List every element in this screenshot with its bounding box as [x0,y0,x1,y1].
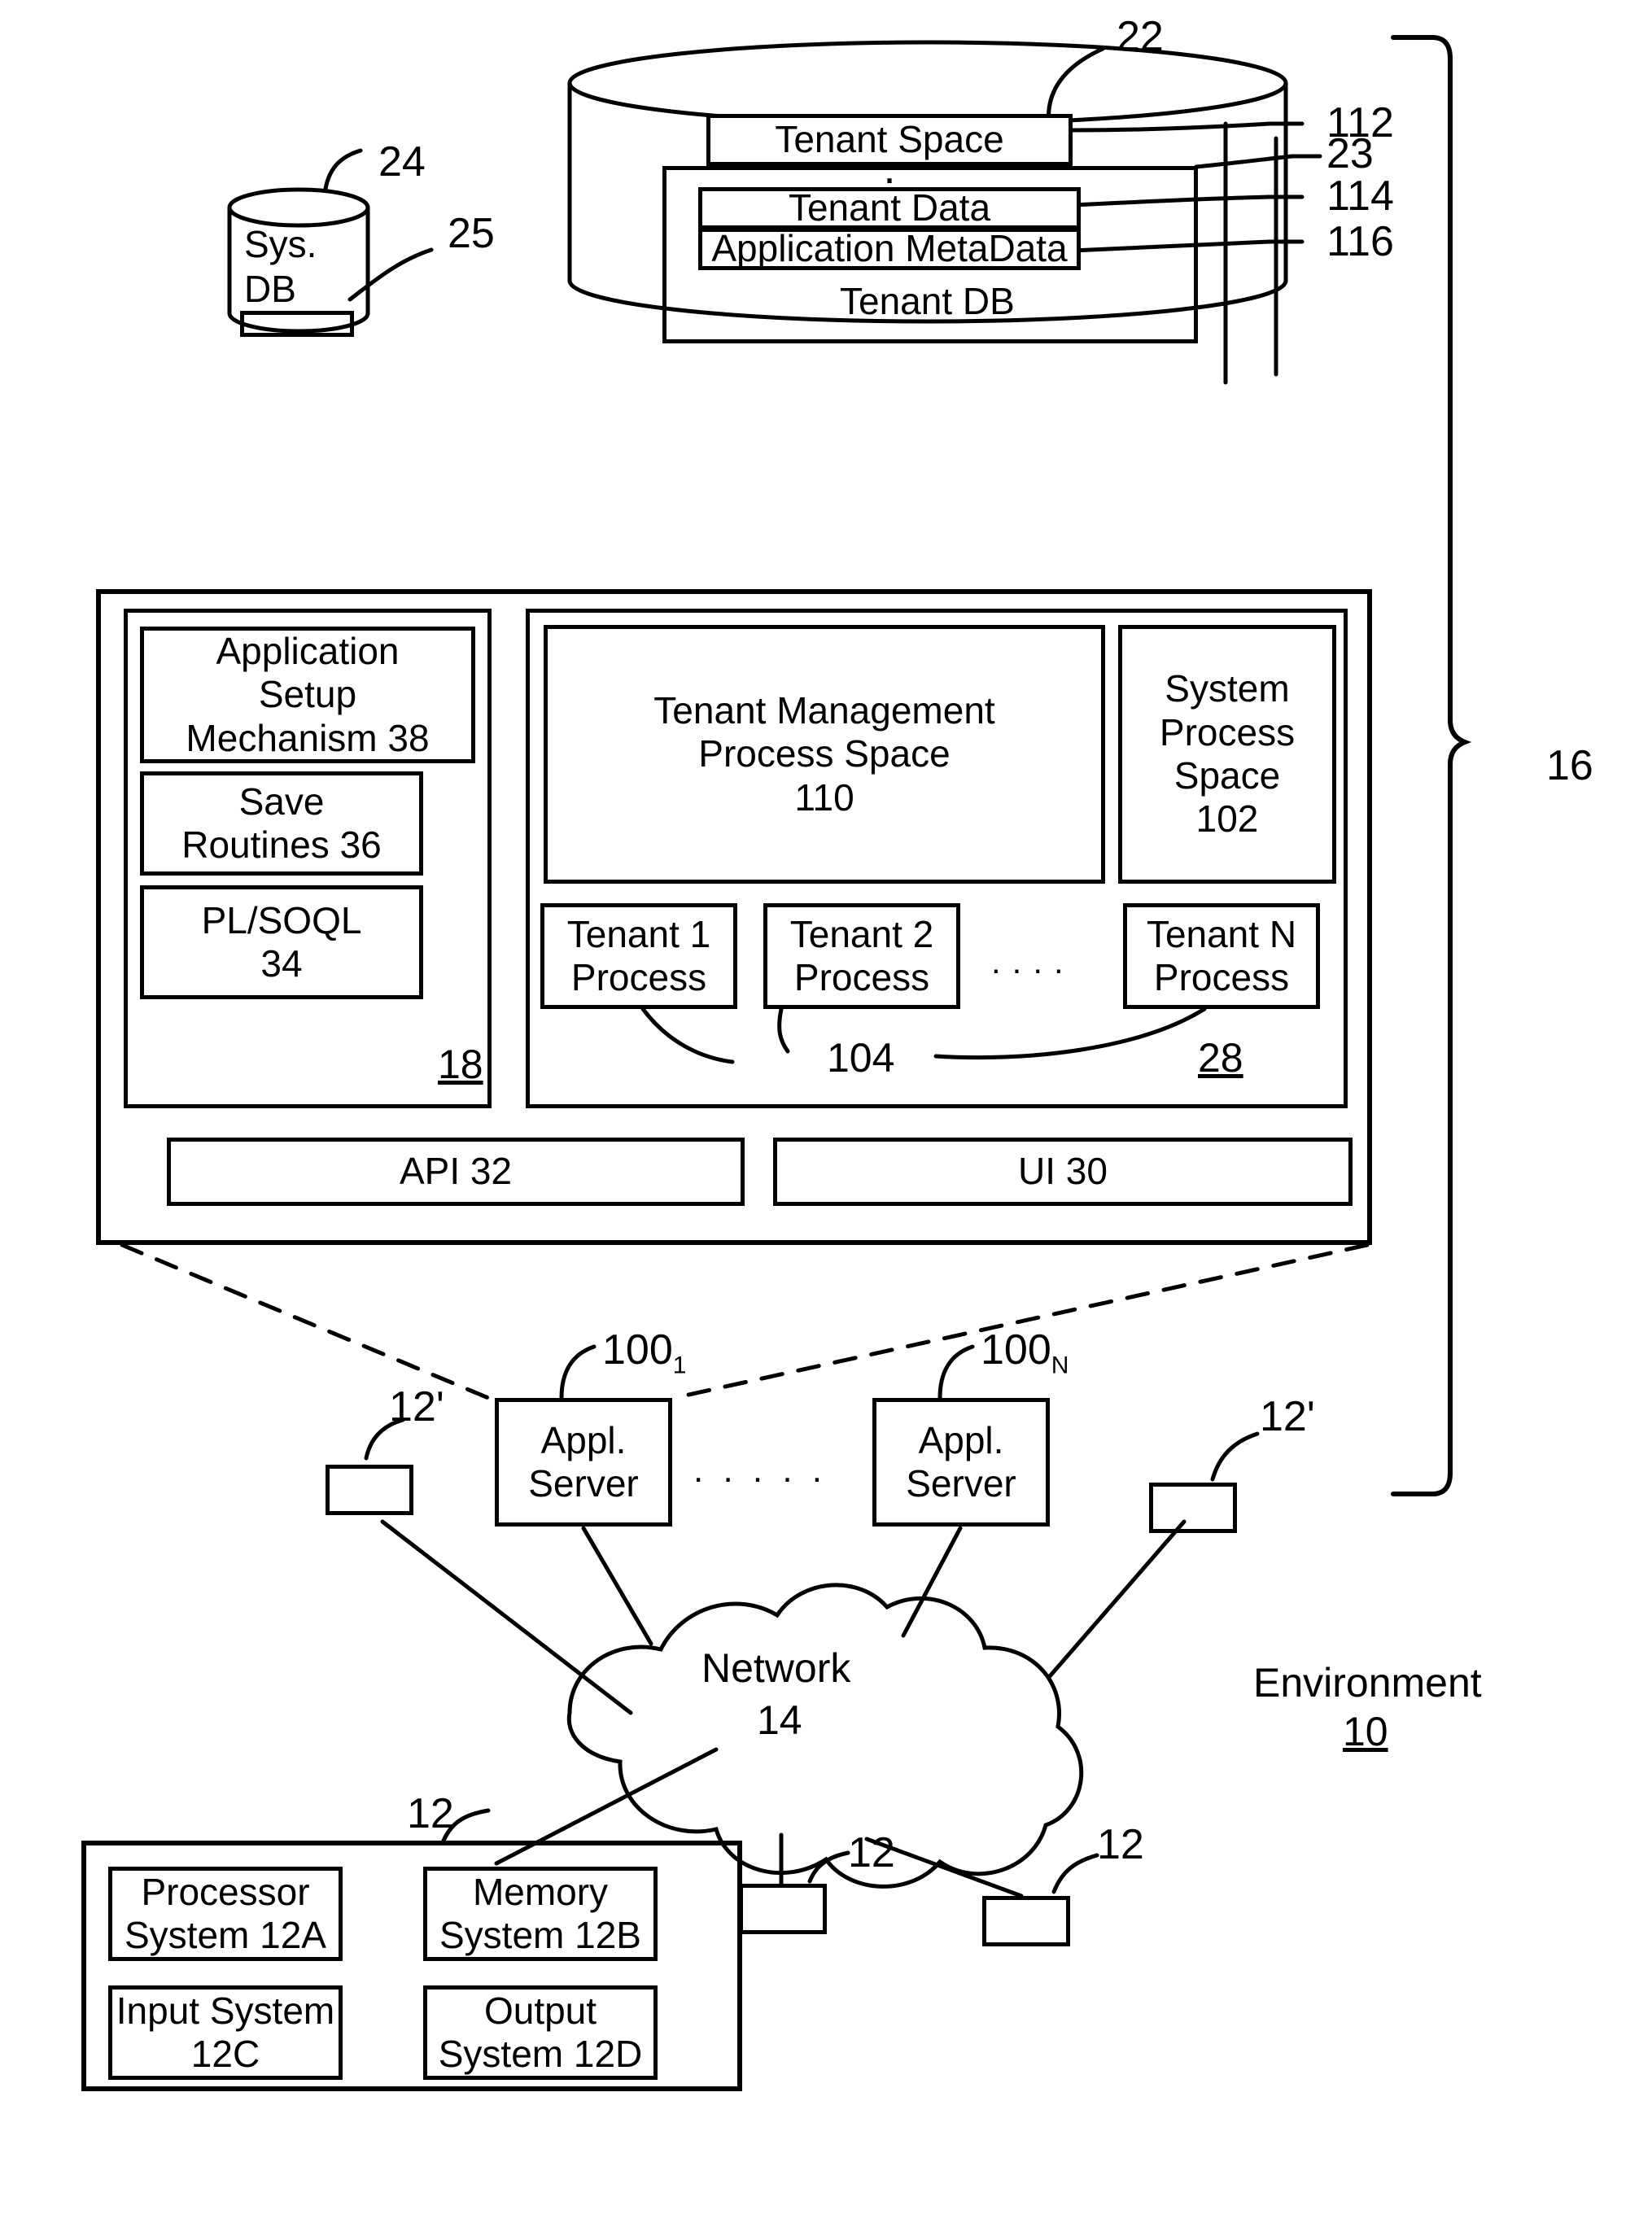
processor-system-label: Processor System 12A [125,1870,326,1956]
ui-box: UI 30 [773,1138,1353,1206]
appl-server-1-line2: Server [528,1462,639,1505]
leader-100-N [937,1344,975,1400]
ref-24: 24 [378,138,426,186]
application-metadata-label: Application MetaData [711,227,1068,270]
leader-12-bottomright [1051,1853,1099,1894]
api-box: API 32 [167,1138,745,1206]
ref-104: 104 [827,1035,895,1081]
ref-116: 116 [1326,218,1394,265]
ref-12-user-system: 12 [407,1790,454,1837]
tenant-1-process-label: Tenant 1 Process [566,912,711,998]
appl-server-n-line1: Appl. [918,1418,1004,1461]
ref-12-bottom-center: 12 [848,1829,895,1876]
processor-system-box: Processor System 12A [108,1867,343,1961]
api-label: API 32 [399,1150,513,1193]
system-bracket-16 [1391,35,1472,1496]
terminal-right-box [1149,1483,1237,1533]
system-process-space-label: System Process Space 102 [1159,667,1296,841]
appl-server-ellipsis: . . . . . [693,1450,828,1490]
tenant-2-process-box: Tenant 2 Process [763,903,960,1009]
memory-system-label: Memory System 12B [439,1870,641,1956]
patent-figure: Tenant Space ... Tenant Data Application… [0,0,1652,2232]
ref-28: 28 [1198,1035,1243,1081]
network-ref: 14 [757,1697,802,1743]
appl-server-n-box: Appl. Server [872,1398,1050,1527]
system-process-space-box: System Process Space 102 [1118,625,1336,884]
leader-12prime-right [1210,1431,1260,1482]
ref-100-1: 1001 [602,1326,687,1379]
appl-server-1-line1: Appl. [540,1418,627,1461]
environment-label: Environment [1253,1660,1482,1706]
ui-label: UI 30 [1018,1150,1108,1193]
ref-12prime-right: 12' [1260,1393,1315,1440]
tenant-management-process-space-label: Tenant Management Process Space 110 [653,688,995,819]
network-label: Network [701,1645,851,1691]
environment-ref: 10 [1343,1709,1388,1754]
link-appserverN-network [901,1526,963,1638]
appl-server-1-box: Appl. Server [495,1398,672,1527]
ref-12-bottom-right: 12 [1097,1821,1144,1868]
terminal-bottom-right-box [982,1896,1070,1946]
leader-12-bottomcenter [807,1850,850,1884]
memory-system-box: Memory System 12B [423,1867,658,1961]
ref-25: 25 [448,210,495,257]
ref-18: 18 [438,1042,483,1087]
leader-24 [323,148,363,191]
ref-112: 112 [1326,99,1394,146]
leader-112 [1070,121,1272,133]
tenant-1-process-box: Tenant 1 Process [540,903,737,1009]
tenant-db-cylinder-top [567,40,1288,126]
tenant-n-process-label: Tenant N Process [1146,912,1297,998]
leader-25 [347,247,434,302]
appl-server-n-line2: Server [906,1462,1016,1505]
ref-12prime-left: 12' [389,1383,444,1430]
link-terminal-left-network [380,1519,633,1715]
terminal-left-box [326,1465,413,1515]
leader-100-1 [559,1344,597,1400]
sys-db-line2: DB [244,268,296,310]
ref-16: 16 [1546,742,1593,789]
application-metadata-box: Application MetaData [698,227,1081,270]
input-system-label: Input System 12C [116,1989,335,2075]
terminal-bottom-center-box [739,1884,827,1934]
tenant-management-process-space-box: Tenant Management Process Space 110 [544,625,1105,884]
application-setup-mechanism-box: Application Setup Mechanism 38 [140,627,475,763]
input-system-box: Input System 12C [108,1985,343,2080]
link-terminal-right-network [1047,1519,1187,1679]
leader-23 [1194,154,1295,169]
sys-db-cylinder-top [227,187,370,228]
ref-22: 22 [1117,13,1164,60]
ref-114: 114 [1326,173,1394,220]
pl-soql-box: PL/SOQL 34 [140,885,423,999]
tenant-n-process-box: Tenant N Process [1123,903,1320,1009]
tenant-data-box: Tenant Data [698,186,1081,229]
application-setup-mechanism-label: Application Setup Mechanism 38 [186,629,430,759]
save-routines-box: Save Routines 36 [140,771,423,876]
tenant-data-label: Tenant Data [788,186,991,229]
link-appserver1-network [581,1526,653,1646]
ref-100-n: 100N [981,1326,1069,1379]
sys-db-line1: Sys. [244,223,317,265]
pl-soql-label: PL/SOQL 34 [201,898,362,985]
output-system-box: Output System 12D [423,1985,658,2080]
sys-db-inner-box [240,311,354,337]
tenant-process-ellipsis: .... [991,942,1075,981]
tenant-2-process-label: Tenant 2 Process [789,912,934,998]
tenant-db-caption: Tenant DB [840,280,1015,322]
save-routines-label: Save Routines 36 [181,780,382,866]
output-system-label: Output System 12D [438,1989,643,2075]
dashed-expansion-left [120,1243,491,1400]
